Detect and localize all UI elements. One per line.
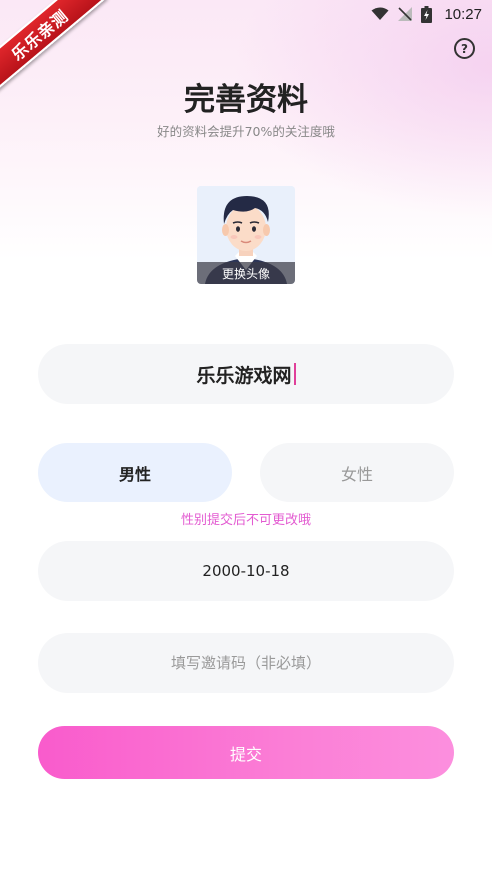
gender-male-option[interactable]: 男性 [38, 443, 232, 502]
clock-time: 10:27 [444, 5, 482, 23]
nickname-value: 乐乐游戏网 [196, 364, 292, 387]
avatar-picker[interactable]: 更换头像 [197, 186, 295, 284]
wifi-icon [371, 7, 389, 20]
help-circle-icon[interactable]: ? [454, 38, 475, 59]
signal-off-icon [398, 7, 413, 21]
gender-female-option[interactable]: 女性 [260, 443, 454, 502]
page-title: 完善资料 [184, 82, 308, 118]
page-subtitle: 好的资料会提升70%的关注度哦 [157, 124, 335, 139]
text-cursor [293, 363, 296, 385]
change-avatar-label: 更换头像 [197, 262, 295, 284]
invite-code-input[interactable] [38, 654, 454, 672]
birthday-value: 2000-10-18 [202, 562, 290, 580]
gender-female-label: 女性 [340, 464, 373, 484]
battery-charging-icon [421, 5, 433, 23]
gender-warning-note: 性别提交后不可更改哦 [180, 513, 311, 528]
gender-male-label: 男性 [118, 464, 151, 484]
birthday-picker[interactable]: 2000-10-18 [38, 541, 454, 601]
invite-code-field[interactable] [38, 633, 454, 693]
submit-button[interactable]: 提交 [38, 726, 454, 779]
nickname-field[interactable]: 乐乐游戏网 [38, 344, 454, 404]
